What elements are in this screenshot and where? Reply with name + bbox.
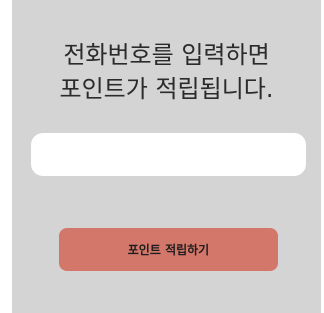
points-panel: 전화번호를 입력하면 포인트가 적립됩니다. 포인트 적립하기 [12, 0, 321, 313]
phone-number-input[interactable] [31, 133, 306, 176]
earn-points-button[interactable]: 포인트 적립하기 [59, 228, 278, 271]
instruction-text: 전화번호를 입력하면 포인트가 적립됩니다. [12, 38, 321, 106]
instruction-line-2: 포인트가 적립됩니다. [59, 75, 274, 103]
instruction-line-1: 전화번호를 입력하면 [63, 41, 270, 69]
